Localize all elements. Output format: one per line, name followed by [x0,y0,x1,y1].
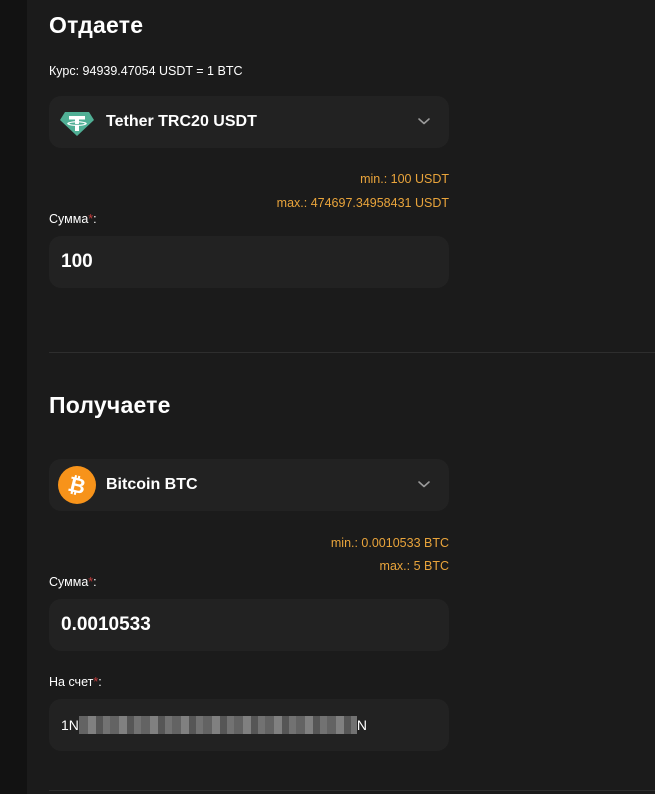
chevron-down-icon [418,118,430,125]
chevron-down-icon [418,481,430,488]
receive-section-title: Получаете [49,392,171,418]
give-min-limit: min.: 100 USDT [360,172,449,186]
receive-max-limit: max.: 5 BTC [379,559,449,573]
redacted-account-blur [78,716,357,735]
exchange-page: Отдаете Курс: 94939.47054 USDT = 1 BTC T… [0,0,655,794]
left-sidebar-strip [0,0,27,794]
receive-min-limit: min.: 0.0010533 BTC [330,536,449,550]
account-input[interactable]: 1N N [49,699,449,751]
give-currency-label: Tether TRC20 USDT [106,113,257,130]
give-max-limit: max.: 474697.34958431 USDT [276,196,449,210]
section-divider [49,352,655,353]
exchange-rate: Курс: 94939.47054 USDT = 1 BTC [49,64,243,78]
give-currency-select[interactable]: Tether TRC20 USDT [49,96,449,148]
account-suffix: N [356,717,368,733]
bottom-divider [49,790,655,791]
account-prefix: 1N [61,717,79,733]
receive-currency-select[interactable]: ₿ Bitcoin BTC [49,459,449,511]
account-label: На счет*: [49,675,102,689]
tether-icon [60,112,94,136]
receive-currency-label: Bitcoin BTC [106,476,198,493]
give-section-title: Отдаете [49,12,144,38]
give-amount-input[interactable]: 100 [49,236,449,288]
give-amount-label: Сумма*: [49,212,97,226]
receive-amount-label: Сумма*: [49,575,97,589]
receive-amount-input[interactable]: 0.0010533 [49,599,449,651]
bitcoin-icon: ₿ [58,466,96,504]
